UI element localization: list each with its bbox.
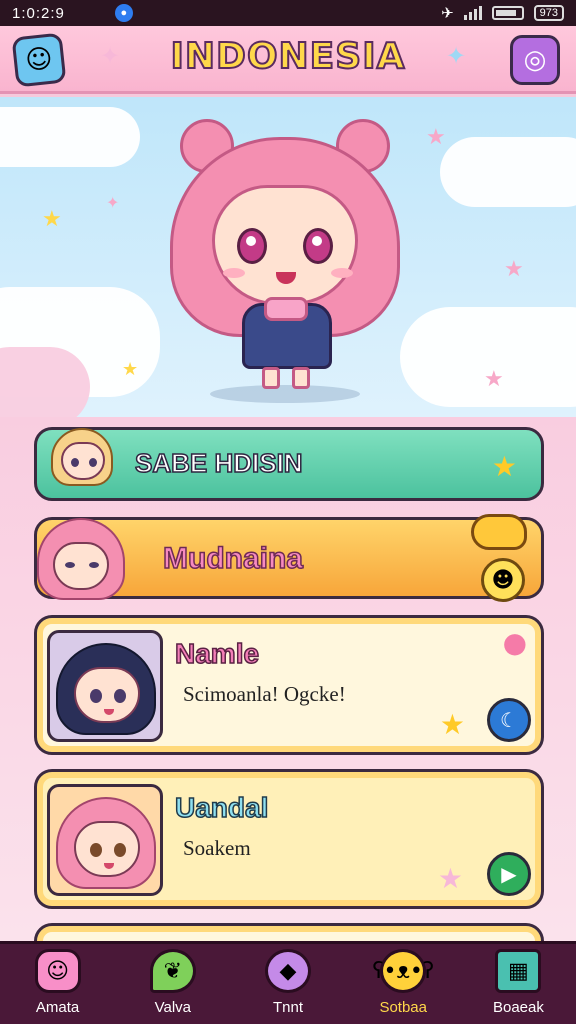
avatar (33, 514, 129, 604)
star-icon: ✦ (106, 193, 120, 212)
airplane-icon: ✈ (441, 5, 454, 22)
battery-level: 973 (533, 5, 564, 21)
sparkle-icon: ✦ (446, 42, 467, 70)
nav-label: Boaeak (492, 999, 544, 1016)
list-item[interactable]: Namle Scimoanla! Ogcke! ● ★ ☾ (34, 615, 544, 755)
status-indicators: ✈ 973 (441, 4, 564, 22)
card-title: Uandal (174, 791, 269, 824)
notification-app-icon: ● (114, 4, 133, 22)
list-item[interactable]: Mudnaina ☻ (34, 514, 544, 602)
smiley-icon[interactable]: ☻ (481, 558, 525, 602)
avatar (47, 784, 163, 896)
page-title: INDONESIA (170, 35, 406, 78)
star-icon: ★ (484, 367, 504, 392)
banner-label: SABE HDISIN (134, 447, 303, 479)
nav-label: Amata (35, 999, 80, 1016)
battery-icon (491, 6, 524, 20)
star-icon: ★ (439, 708, 465, 741)
signal-icon (463, 6, 482, 20)
bottom-nav: ☺ Amata ❦ Valva ◆ Tnnt ʕ•ᴥ•ʔ Sotbaa ▦ Bo… (0, 941, 576, 1024)
moon-button[interactable]: ☾ (487, 698, 531, 742)
app-header: ☺ ✦ INDONESIA ✦ ◎ (0, 26, 576, 94)
card-subtitle: Scimoanla! Ogcke! (183, 682, 346, 706)
pink-creature-icon: ● (502, 626, 527, 659)
star-icon: ★ (437, 862, 463, 895)
nav-item-tnnt[interactable]: ◆ Tnnt (230, 944, 345, 1024)
nav-item-sotbaa[interactable]: ʕ•ᴥ•ʔ Sotbaa (346, 944, 461, 1024)
nav-label: Sotbaa (379, 999, 427, 1016)
status-bar: 1:0:2:9 ● ✈ 973 (0, 0, 576, 26)
character-showcase: ★ ★ ★ ★ ★ ✦ (0, 97, 576, 417)
cloud-decoration (400, 307, 576, 407)
star-icon: ★ (504, 257, 524, 282)
star-icon: ★ (426, 125, 446, 150)
nav-item-valva[interactable]: ❦ Valva (115, 944, 230, 1024)
character-list: SABE HDISIN ★ Mudnaina ☻ Namle Scimoanla… (0, 417, 576, 941)
list-item[interactable]: Uandal Soakem ★ ▶ (34, 769, 544, 909)
cloud-decoration (0, 107, 140, 167)
leaf-icon: ❦ (149, 949, 196, 993)
pink-creature-icon: ☺ (34, 949, 81, 993)
card-subtitle: Soakem (183, 836, 251, 860)
card-title: Namle (174, 637, 260, 670)
avatar (47, 630, 163, 742)
star-icon: ★ (42, 207, 62, 232)
bean-icon (471, 514, 527, 550)
nav-label: Tnnt (273, 999, 304, 1016)
grid-icon: ▦ (495, 949, 542, 993)
star-icon[interactable]: ★ (492, 450, 517, 483)
star-icon: ★ (122, 359, 139, 380)
nav-item-boaeak[interactable]: ▦ Boaeak (461, 944, 576, 1024)
avatar (47, 426, 117, 496)
target-icon[interactable]: ◎ (510, 35, 560, 85)
mascot-character[interactable] (160, 119, 410, 409)
list-item[interactable]: SABE HDISIN ★ (34, 427, 544, 501)
bear-icon: ʕ•ᴥ•ʔ (372, 949, 434, 993)
list-item[interactable] (34, 923, 544, 941)
banner-label: Mudnaina (162, 541, 304, 576)
gem-icon: ◆ (265, 949, 311, 993)
cloud-decoration (440, 137, 576, 207)
cloud-decoration (0, 347, 90, 417)
nav-label: Valva (154, 999, 192, 1016)
nav-item-amata[interactable]: ☺ Amata (0, 944, 115, 1024)
status-time: 1:0:2:9 (12, 4, 65, 22)
play-button[interactable]: ▶ (487, 852, 531, 896)
